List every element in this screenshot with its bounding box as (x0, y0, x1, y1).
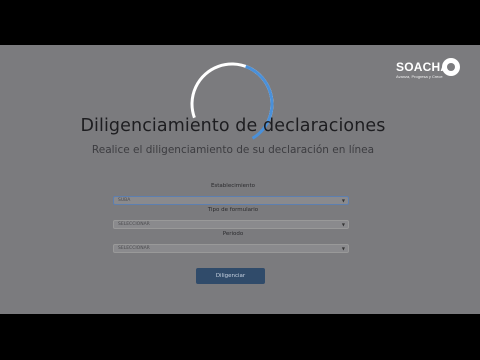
tipo-formulario-value: SELECCIONAR (118, 222, 150, 227)
establecimiento-label: Establecimiento (210, 183, 256, 189)
caret-down-icon: ▼ (341, 246, 345, 251)
diligenciar-button[interactable]: Diligenciar (196, 268, 265, 284)
tipo-formulario-label: Tipo de formulario (207, 207, 259, 213)
soacha-logo: SOACHA Avanza, Progresa y Crece (396, 55, 460, 83)
page-subtitle: Realice el diligenciamiento de su declar… (91, 144, 375, 156)
page-title: Diligenciamiento de declaraciones (80, 116, 386, 136)
establecimiento-value: SUBA (118, 198, 131, 203)
caret-down-icon: ▼ (341, 222, 345, 227)
establecimiento-select[interactable]: SUBA ▼ (113, 196, 349, 205)
brand-tagline: Avanza, Progresa y Crece (396, 74, 443, 79)
soacha-logo-icon (442, 58, 460, 76)
tipo-formulario-select[interactable]: SELECCIONAR ▼ (113, 220, 349, 229)
periodo-label: Periodo (222, 231, 244, 237)
caret-down-icon: ▼ (341, 198, 345, 203)
app-screen: SOACHA Avanza, Progresa y Crece Diligenc… (0, 45, 480, 314)
periodo-value: SELECCIONAR (118, 246, 150, 251)
periodo-select[interactable]: SELECCIONAR ▼ (113, 244, 349, 253)
